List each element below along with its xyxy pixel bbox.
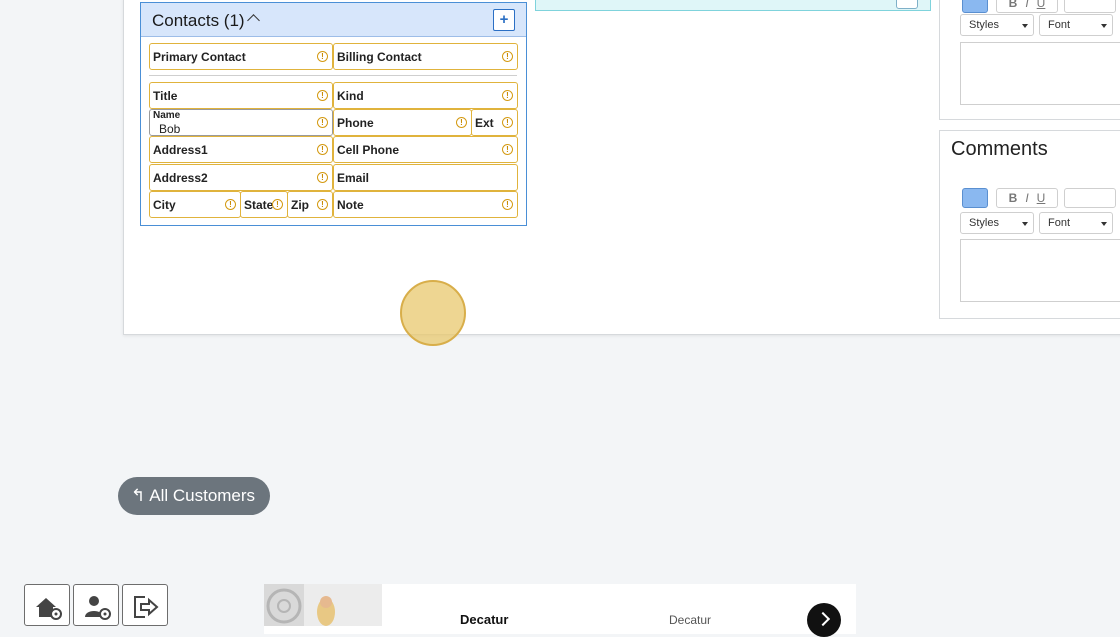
styles-label: Styles [969, 19, 999, 31]
info-icon[interactable]: ! [317, 199, 328, 210]
format-painter-button[interactable] [962, 0, 988, 13]
email-field[interactable]: Email [333, 164, 518, 191]
info-icon[interactable]: ! [317, 117, 328, 128]
state-field[interactable]: State ! [240, 191, 288, 218]
all-customers-label: All Customers [149, 486, 256, 505]
kind-field[interactable]: Kind ! [333, 82, 518, 109]
info-icon[interactable]: ! [317, 144, 328, 155]
text-style-group[interactable]: BIU [996, 0, 1058, 13]
caret-down-icon [1101, 24, 1107, 28]
underline-button[interactable]: U [1037, 0, 1046, 10]
notes-editor-panel: BIU Styles Font [939, 0, 1120, 120]
notes-editor-area[interactable] [960, 42, 1120, 105]
field-label: Ext [475, 116, 494, 130]
info-icon[interactable]: ! [502, 117, 513, 128]
bold-button[interactable]: B [1009, 191, 1018, 205]
address2-field[interactable]: Address2 ! [149, 164, 333, 191]
field-label: Cell Phone [337, 143, 400, 157]
field-label: Phone [337, 116, 374, 130]
field-label: Billing Contact [337, 50, 422, 64]
chevron-right-icon[interactable] [807, 603, 841, 637]
italic-button[interactable]: I [1025, 0, 1028, 10]
field-label: City [153, 198, 176, 212]
billing-contact-field[interactable]: Billing Contact ! [333, 43, 518, 70]
all-customers-button[interactable]: ↰ All Customers [118, 477, 270, 515]
comments-editor-area[interactable] [960, 239, 1120, 302]
bold-button[interactable]: B [1009, 0, 1018, 10]
field-label: Note [337, 198, 364, 212]
location-name: Decatur [460, 612, 509, 627]
user-settings-button[interactable] [73, 584, 119, 626]
list-group[interactable] [1064, 188, 1116, 208]
field-label: Name [153, 110, 181, 121]
info-icon[interactable]: ! [502, 144, 513, 155]
font-dropdown[interactable]: Font [1039, 14, 1113, 36]
logout-button[interactable] [122, 584, 168, 626]
top-strip-panel [535, 0, 931, 11]
italic-button[interactable]: I [1025, 191, 1028, 205]
info-icon[interactable]: ! [502, 199, 513, 210]
field-label: Zip [291, 198, 309, 212]
back-arrow-icon: ↰ [131, 486, 146, 505]
zip-field[interactable]: Zip ! [287, 191, 333, 218]
location-list-item[interactable]: Decatur Decatur [264, 584, 856, 637]
location-city: Decatur [669, 613, 712, 627]
name-field[interactable]: Name Bob ! [149, 109, 333, 136]
cell-phone-field[interactable]: Cell Phone ! [333, 136, 518, 163]
ext-field[interactable]: Ext ! [471, 109, 518, 136]
info-icon[interactable]: ! [317, 51, 328, 62]
chevron-up-icon[interactable] [247, 14, 260, 27]
caret-down-icon [1022, 24, 1028, 28]
info-icon[interactable]: ! [456, 117, 467, 128]
cursor-click-indicator [400, 280, 466, 346]
font-label: Font [1048, 19, 1071, 31]
divider [149, 75, 517, 76]
top-strip-button[interactable] [896, 0, 918, 9]
field-label: Title [153, 89, 178, 103]
logout-icon [134, 596, 159, 618]
info-icon[interactable]: ! [272, 199, 283, 210]
info-icon[interactable]: ! [502, 51, 513, 62]
contacts-header[interactable]: Contacts (1) + [141, 3, 526, 37]
phone-field[interactable]: Phone ! [333, 109, 472, 136]
address1-field[interactable]: Address1 ! [149, 136, 333, 163]
home-settings-button[interactable] [24, 584, 70, 626]
caret-down-icon [1101, 222, 1107, 226]
city-field[interactable]: City ! [149, 191, 241, 218]
format-painter-button[interactable] [962, 188, 988, 208]
location-thumbnail [264, 584, 382, 626]
styles-label: Styles [969, 217, 999, 229]
name-value[interactable]: Bob [159, 122, 180, 136]
field-label: Address2 [153, 171, 208, 185]
comments-panel: Comments BIU Styles Font [939, 130, 1120, 319]
contacts-title: Contacts (1) [152, 11, 245, 30]
field-label: State [244, 198, 274, 212]
info-icon[interactable]: ! [502, 90, 513, 101]
field-label: Kind [337, 89, 364, 103]
field-label: Primary Contact [153, 50, 246, 64]
styles-dropdown[interactable]: Styles [960, 212, 1034, 234]
styles-dropdown[interactable]: Styles [960, 14, 1034, 36]
font-label: Font [1048, 217, 1071, 229]
field-label: Email [337, 171, 370, 185]
info-icon[interactable]: ! [225, 199, 236, 210]
underline-button[interactable]: U [1037, 191, 1046, 205]
list-group[interactable] [1064, 0, 1116, 13]
info-icon[interactable]: ! [317, 172, 328, 183]
user-gear-icon [85, 596, 111, 620]
text-style-group[interactable]: BIU [996, 188, 1058, 208]
add-contact-button[interactable]: + [493, 9, 515, 31]
home-gear-icon [36, 598, 62, 620]
field-label: Address1 [153, 143, 208, 157]
title-field[interactable]: Title ! [149, 82, 333, 109]
note-field[interactable]: Note ! [333, 191, 518, 218]
primary-contact-field[interactable]: Primary Contact ! [149, 43, 333, 70]
caret-down-icon [1022, 222, 1028, 226]
font-dropdown[interactable]: Font [1039, 212, 1113, 234]
comments-title: Comments [951, 138, 1048, 160]
info-icon[interactable]: ! [317, 90, 328, 101]
